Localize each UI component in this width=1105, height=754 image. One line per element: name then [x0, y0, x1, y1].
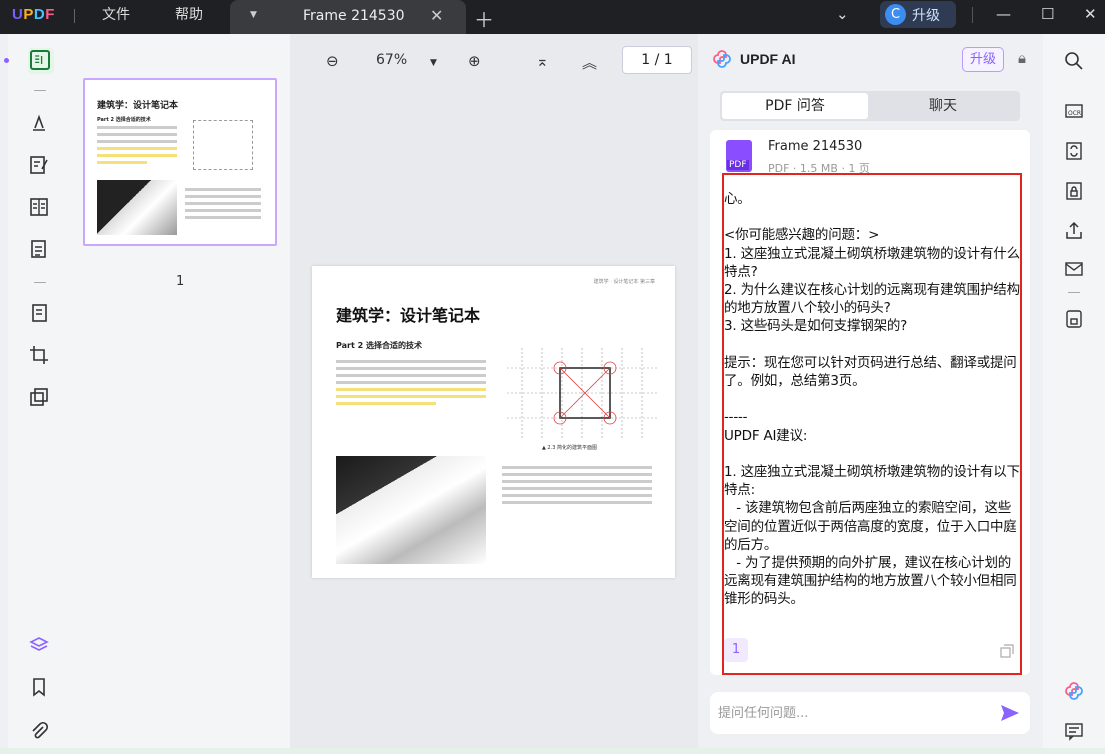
ocr-icon[interactable]: OCR [1063, 100, 1085, 122]
page-text-lines [336, 360, 486, 409]
thumb-text-lines [97, 126, 177, 168]
thumb-floorplan [193, 120, 253, 170]
file-badge: PDF [727, 160, 749, 170]
updf-ai-icon [713, 50, 731, 68]
figure-caption: ▲ 2.3 简化的建筑平面图 [542, 445, 597, 451]
chevron-down-icon[interactable]: ⌄ [836, 5, 849, 23]
title-bar: UPDF 文件 帮助 ▼ Frame 214530 ✕ ＋ ⌄ C 升级 — ☐… [0, 0, 1105, 34]
thumb-text-lines-2 [185, 188, 261, 223]
divider [34, 282, 46, 283]
close-tab-icon[interactable]: ✕ [430, 6, 443, 25]
upgrade-label: 升级 [912, 8, 940, 24]
bookmark-icon[interactable] [28, 676, 50, 698]
tab-dropdown-icon[interactable]: ▼ [250, 10, 257, 20]
menu-help[interactable]: 帮助 [175, 4, 203, 24]
page-indicator[interactable]: 1 / 1 [622, 46, 692, 74]
updf-ai-toggle-icon[interactable] [1063, 680, 1085, 702]
right-toolbar: OCR [1043, 34, 1105, 748]
page-part: Part 2 选择合适的技术 [336, 341, 422, 350]
ai-upgrade-button[interactable]: 升级 [962, 47, 1004, 72]
pdf-file-icon: PDF [726, 140, 752, 172]
file-meta: PDF · 1.5 MB · 1 页 [768, 162, 870, 175]
edit-pdf-icon[interactable] [28, 154, 50, 176]
thumb-title: 建筑学：设计笔记本 [97, 101, 179, 111]
minimize-icon[interactable]: — [996, 5, 1011, 23]
comment-list-icon[interactable] [1063, 720, 1085, 742]
ai-panel: UPDF AI 升级 🔒︎ PDF 问答 聊天 PDF Frame 214530… [698, 34, 1043, 748]
tab-pdf-qa[interactable]: PDF 问答 [722, 93, 868, 119]
thumb-part: Part 2 选择合适的技术 [97, 117, 151, 123]
zoom-out-icon[interactable]: ⊖ [326, 52, 339, 70]
organize-icon[interactable] [28, 196, 50, 218]
left-toolbar [4, 34, 70, 748]
attachment-icon[interactable] [28, 720, 50, 742]
close-window-icon[interactable]: ✕ [1084, 5, 1097, 23]
tab-chat[interactable]: 聊天 [870, 93, 1016, 119]
email-icon[interactable] [1063, 258, 1085, 280]
stamp-icon[interactable] [28, 386, 50, 408]
upgrade-button[interactable]: C 升级 [880, 1, 956, 28]
thumbnail-page-number: 1 [176, 274, 185, 289]
menu-file[interactable]: 文件 [102, 4, 130, 24]
zoom-level[interactable]: 67% [376, 52, 407, 68]
layers-icon[interactable] [28, 634, 50, 656]
copy-icon[interactable] [1000, 644, 1014, 658]
ai-input-box[interactable] [710, 692, 1030, 734]
zoom-dropdown-icon[interactable]: ▼ [430, 58, 437, 68]
page-thumbnail[interactable]: 建筑学：设计笔记本 Part 2 选择合适的技术 [83, 78, 277, 246]
reader-icon[interactable] [30, 50, 50, 70]
thumbnail-panel: 建筑学：设计笔记本 Part 2 选择合适的技术 1 [70, 34, 290, 748]
convert-icon[interactable] [1063, 140, 1085, 162]
comment-icon[interactable] [28, 112, 50, 134]
floorplan-drawing [507, 348, 657, 438]
crop-icon[interactable] [28, 344, 50, 366]
save-icon[interactable] [1063, 308, 1085, 330]
building-photo [336, 456, 486, 564]
avatar: C [885, 4, 906, 25]
tab-title: Frame 214530 [303, 8, 405, 24]
thumb-photo [97, 180, 177, 235]
divider [972, 7, 973, 23]
page-text-lines-2 [502, 466, 652, 508]
new-tab-icon[interactable]: ＋ [474, 4, 494, 33]
page-heading: 建筑学：设计笔记本 [336, 306, 481, 325]
citation-badge[interactable]: 1 [724, 638, 748, 662]
lock-icon[interactable]: 🔒︎ [1018, 49, 1026, 67]
prev-page-icon[interactable]: ︽ [582, 52, 597, 73]
maximize-icon[interactable]: ☐ [1041, 5, 1054, 23]
ai-answer: 心。 <你可能感兴趣的问题：> 1. 这座独立式混凝土砌筑桥墩建筑物的设计有什么… [724, 191, 1020, 608]
protect-icon[interactable] [1063, 180, 1085, 202]
svg-text:OCR: OCR [1068, 110, 1081, 117]
pages-icon[interactable] [28, 302, 50, 324]
divider [34, 90, 46, 91]
divider [1068, 292, 1080, 293]
ai-panel-title: UPDF AI [740, 51, 796, 67]
file-name: Frame 214530 [768, 139, 863, 154]
search-icon[interactable] [1063, 50, 1085, 72]
bottom-strip [0, 748, 1105, 754]
ai-mode-tabs: PDF 问答 聊天 [720, 91, 1020, 121]
active-dot [4, 58, 9, 63]
zoom-in-icon[interactable]: ⊕ [468, 52, 481, 70]
first-page-icon[interactable]: ⌅ [536, 52, 549, 70]
chat-card: PDF Frame 214530 PDF · 1.5 MB · 1 页 心。 <… [710, 130, 1030, 675]
divider [74, 9, 75, 23]
document-tab[interactable]: ▼ Frame 214530 ✕ [230, 0, 466, 34]
share-icon[interactable] [1063, 220, 1085, 242]
send-icon[interactable] [1000, 704, 1020, 722]
document-viewer: ⊖ 67% ▼ ⊕ ⌅ ︽ 1 / 1 建筑学 · 设计笔记本 第三章 建筑学：… [290, 34, 698, 748]
ai-question-input[interactable] [718, 702, 988, 724]
form-icon[interactable] [28, 238, 50, 260]
pdf-page: 建筑学 · 设计笔记本 第三章 建筑学：设计笔记本 Part 2 选择合适的技术… [312, 266, 675, 578]
updf-logo: UPDF [12, 6, 55, 23]
page-header: 建筑学 · 设计笔记本 第三章 [593, 279, 655, 285]
